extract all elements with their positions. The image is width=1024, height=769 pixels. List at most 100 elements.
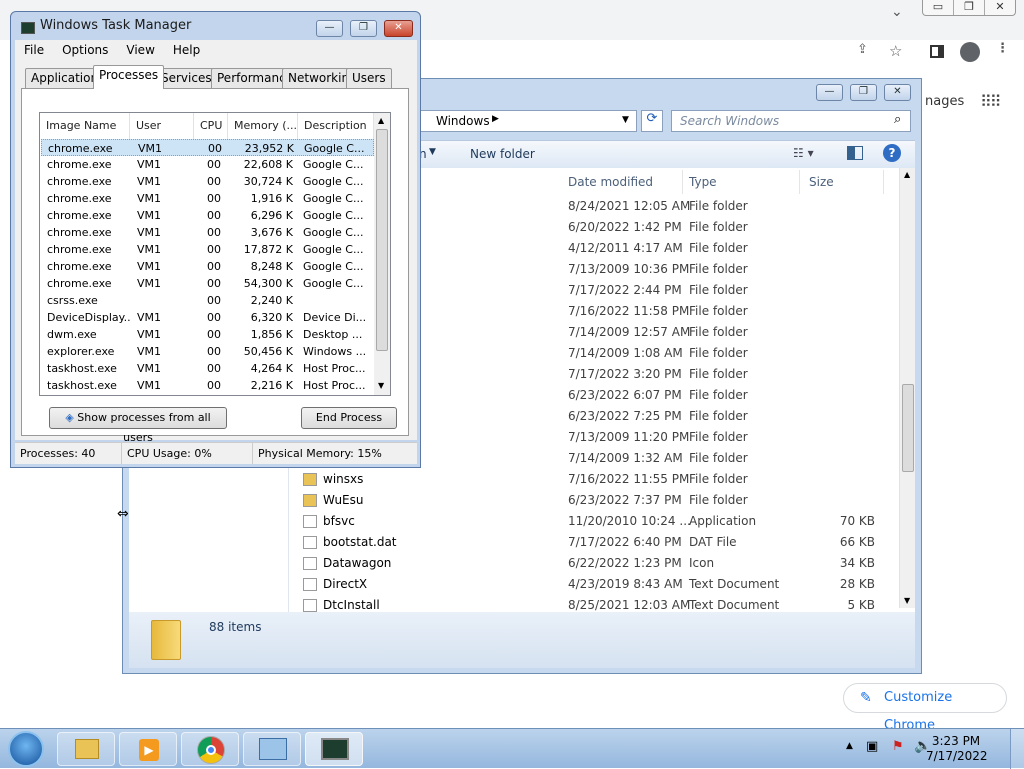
- scroll-down-icon[interactable]: ▼: [904, 596, 910, 605]
- images-link[interactable]: nages: [925, 94, 964, 109]
- column-type[interactable]: Type: [684, 170, 800, 194]
- process-row[interactable]: csrss.exe 00 2,240 K: [41, 292, 374, 309]
- start-button[interactable]: [8, 731, 44, 767]
- process-row[interactable]: chrome.exe VM1 00 1,916 K Google C...: [41, 190, 374, 207]
- tab-search-icon[interactable]: ⌄: [891, 4, 903, 20]
- tab-processes[interactable]: Processes: [93, 65, 165, 89]
- menu-file[interactable]: File: [15, 40, 53, 60]
- end-process-button[interactable]: End Process: [301, 407, 397, 429]
- show-desktop-button[interactable]: [1010, 729, 1024, 769]
- file-row[interactable]: bootstat.dat 7/17/2022 6:40 PM DAT File 66 …: [289, 532, 894, 553]
- customize-chrome-button[interactable]: ✎ Customize Chrome: [843, 683, 1007, 733]
- menu-help[interactable]: Help: [164, 40, 209, 60]
- col-user-name[interactable]: User Name: [130, 113, 194, 158]
- explorer-close-icon[interactable]: ✕: [884, 84, 911, 101]
- process-row[interactable]: chrome.exe VM1 00 22,608 K Google C...: [41, 156, 374, 173]
- clock[interactable]: 3:23 PM 7/17/2022: [926, 734, 988, 764]
- process-row[interactable]: DeviceDisplay... VM1 00 6,320 K Device Di...: [41, 309, 374, 326]
- taskbar-task-manager[interactable]: [305, 732, 363, 766]
- process-scrollbar[interactable]: ▲ ▼: [374, 113, 390, 395]
- search-placeholder: Search Windows: [680, 114, 780, 128]
- file-list-scrollbar[interactable]: ▲ ▼: [899, 168, 915, 608]
- explorer-minimize-icon[interactable]: —: [816, 84, 843, 101]
- proc-scroll-down-icon[interactable]: ▼: [378, 381, 384, 390]
- col-description[interactable]: Description: [298, 113, 374, 139]
- col-memory[interactable]: Memory (...: [228, 113, 298, 139]
- menu-options[interactable]: Options: [53, 40, 117, 60]
- taskbar-network-app[interactable]: [243, 732, 301, 766]
- process-row[interactable]: chrome.exe VM1 00 17,872 K Google C...: [41, 241, 374, 258]
- search-input[interactable]: Search Windows ⌕: [671, 110, 911, 132]
- view-options-icon[interactable]: ☷ ▾: [793, 146, 814, 160]
- toolbar-dropdown-icon[interactable]: ▼: [429, 147, 436, 157]
- process-row[interactable]: explorer.exe VM1 00 50,456 K Windows ...: [41, 343, 374, 360]
- file-row[interactable]: bfsvc 11/20/2010 10:24 ... Application 70 K…: [289, 511, 894, 532]
- scroll-thumb[interactable]: [902, 384, 914, 472]
- address-bar[interactable]: Windows ▶ ▼: [419, 110, 637, 132]
- process-row[interactable]: chrome.exe VM1 00 3,676 K Google C...: [41, 224, 374, 241]
- file-type: File folder: [689, 451, 748, 465]
- breadcrumb-chevron-icon[interactable]: ▶: [492, 114, 499, 124]
- file-row[interactable]: WuEsu 6/23/2022 7:37 PM File folder: [289, 490, 894, 511]
- file-row[interactable]: DirectX 4/23/2019 8:43 AM Text Document 28 …: [289, 574, 894, 595]
- proc-scroll-up-icon[interactable]: ▲: [378, 116, 384, 125]
- process-row[interactable]: taskhost.exe VM1 00 2,216 K Host Proc...: [41, 377, 374, 394]
- tab-services[interactable]: Services: [155, 68, 218, 88]
- file-date: 6/23/2022 7:37 PM: [568, 493, 682, 507]
- file-row[interactable]: Datawagon 6/22/2022 1:23 PM Icon 34 KB: [289, 553, 894, 574]
- bookmark-star-icon[interactable]: ☆: [889, 42, 902, 60]
- taskbar-media-player[interactable]: ▶: [119, 732, 177, 766]
- apps-grid-icon[interactable]: ⠿⠿: [980, 92, 1001, 111]
- taskbar-chrome[interactable]: [181, 732, 239, 766]
- tab-users[interactable]: Users: [346, 68, 392, 88]
- process-row[interactable]: chrome.exe VM1 00 23,952 K Google C...: [41, 139, 374, 156]
- process-row[interactable]: chrome.exe VM1 00 6,296 K Google C...: [41, 207, 374, 224]
- file-date: 4/23/2019 8:43 AM: [568, 577, 683, 591]
- show-all-processes-button[interactable]: ◈ Show processes from all users: [49, 407, 227, 444]
- search-icon[interactable]: ⌕: [894, 112, 901, 127]
- side-panel-icon[interactable]: [930, 45, 944, 58]
- restore-icon[interactable]: ❐: [954, 0, 985, 15]
- close-icon[interactable]: ✕: [985, 0, 1015, 15]
- tm-maximize-icon[interactable]: ❐: [350, 20, 377, 37]
- process-row[interactable]: taskhost.exe VM1 00 4,264 K Host Proc...: [41, 360, 374, 377]
- help-icon[interactable]: ?: [883, 144, 901, 162]
- menu-view[interactable]: View: [117, 40, 163, 60]
- tm-close-icon[interactable]: ✕: [384, 20, 413, 37]
- column-size[interactable]: Size: [804, 170, 884, 194]
- process-name: chrome.exe: [47, 226, 112, 239]
- preview-pane-icon[interactable]: [847, 146, 863, 160]
- tm-minimize-icon[interactable]: —: [316, 20, 343, 37]
- folder-icon: [303, 473, 317, 486]
- file-date: 7/17/2022 6:40 PM: [568, 535, 682, 549]
- process-user: VM1: [137, 379, 162, 392]
- file-type: File folder: [689, 220, 748, 234]
- new-folder-button[interactable]: New folder: [470, 147, 535, 161]
- address-dropdown-icon[interactable]: ▼: [622, 115, 629, 125]
- chrome-menu-icon[interactable]: ⋮: [996, 41, 1009, 56]
- process-mem: 54,300 K: [243, 277, 293, 290]
- action-center-icon[interactable]: ⚑: [892, 739, 904, 754]
- scroll-up-icon[interactable]: ▲: [904, 170, 910, 179]
- breadcrumb-windows[interactable]: Windows: [436, 114, 490, 128]
- proc-scroll-thumb[interactable]: [376, 129, 388, 351]
- process-row[interactable]: dwm.exe VM1 00 1,856 K Desktop ...: [41, 326, 374, 343]
- network-tray-icon[interactable]: ▣: [866, 739, 878, 754]
- process-row[interactable]: chrome.exe VM1 00 30,724 K Google C...: [41, 173, 374, 190]
- process-row[interactable]: chrome.exe VM1 00 54,300 K Google C...: [41, 275, 374, 292]
- process-row[interactable]: chrome.exe VM1 00 8,248 K Google C...: [41, 258, 374, 275]
- file-type: File folder: [689, 241, 748, 255]
- taskbar-explorer[interactable]: [57, 732, 115, 766]
- share-icon[interactable]: ⇪: [857, 42, 868, 57]
- status-memory: Physical Memory: 15%: [258, 447, 382, 460]
- profile-avatar-icon[interactable]: [960, 42, 980, 62]
- file-type: File folder: [689, 199, 748, 213]
- col-image-name[interactable]: Image Name: [40, 113, 130, 139]
- column-date-modified[interactable]: Date modified: [563, 170, 683, 194]
- refresh-icon[interactable]: ⟳: [641, 110, 663, 132]
- minimize-icon[interactable]: ▭: [923, 0, 954, 15]
- explorer-maximize-icon[interactable]: ❐: [850, 84, 877, 101]
- col-cpu[interactable]: CPU: [194, 113, 228, 139]
- file-row[interactable]: winsxs 7/16/2022 11:55 PM File folder: [289, 469, 894, 490]
- show-hidden-icons[interactable]: ▲: [846, 741, 853, 751]
